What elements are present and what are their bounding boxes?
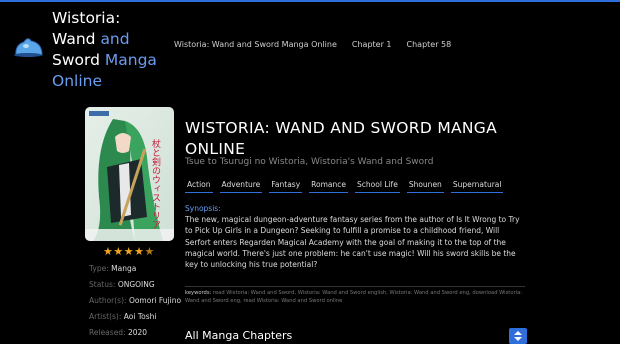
star-full-icon: ★ [123, 245, 135, 258]
synopsis-text: The new, magical dungeon-adventure fanta… [185, 215, 520, 270]
site-title-part: Wistoria: [52, 9, 121, 27]
detail-value[interactable]: 2020 [128, 328, 147, 337]
genre-tag-supernatural[interactable]: Supernatural [450, 179, 504, 193]
genre-tag-fantasy[interactable]: Fantasy [269, 179, 303, 193]
genre-tag-adventure[interactable]: Adventure [219, 179, 263, 193]
detail-row-author: Author(s): Oomori Fujino [89, 294, 184, 310]
synopsis-label: Synopsis: [185, 204, 221, 213]
detail-value[interactable]: Aoi Toshi [124, 312, 157, 321]
site-title[interactable]: Wistoria: Wand and Sword Manga Online [52, 8, 164, 92]
genre-tag-school-life[interactable]: School Life [355, 179, 400, 193]
detail-key: Released: [89, 328, 126, 337]
detail-key: Type: [89, 264, 109, 273]
chapters-heading: All Manga Chapters [185, 329, 293, 342]
site-title-part: Manga [104, 51, 157, 69]
star-full-icon: ★ [103, 245, 114, 258]
keywords-text: read Wistoria: Wand and Sword, Wistoria:… [185, 290, 523, 304]
site-title-part: Online [52, 72, 102, 90]
detail-row-status: Status: ONGOING [89, 278, 184, 294]
sort-icon [514, 331, 522, 341]
star-full-icon: ★ [134, 245, 145, 258]
page-title: WISTORIA: WAND AND SWORD MANGA ONLINE [185, 119, 498, 158]
site-title-part: Sword [52, 51, 100, 69]
detail-value[interactable]: Oomori Fujino [129, 296, 181, 305]
star-half-icon: ★ [144, 245, 155, 258]
site-title-part: Wand [52, 30, 96, 48]
genre-tag-shounen[interactable]: Shounen [406, 179, 444, 193]
keywords-label: keywords: [185, 290, 212, 296]
nav-link-home[interactable]: Wistoria: Wand and Sword Manga Online [174, 40, 337, 49]
manga-cover: 杖と剣のウィストリア [85, 107, 174, 241]
rating-stars: ★★★★★ [103, 245, 155, 258]
site-title-part: and [100, 30, 130, 48]
detail-row-type: Type: Manga [89, 262, 184, 278]
keywords: keywords: read Wistoria: Wand and Sword,… [185, 286, 525, 305]
slime-logo-icon [14, 38, 43, 57]
nav-link-chapter-58[interactable]: Chapter 58 [407, 40, 452, 49]
top-nav: Wistoria: Wand and Sword Manga Online Ch… [174, 40, 451, 49]
alternative-titles: Tsue to Tsurugi no Wistoria, Wistoria's … [185, 157, 434, 167]
site-brand[interactable]: Wistoria: Wand and Sword Manga Online [14, 8, 164, 90]
detail-key: Author(s): [89, 296, 127, 305]
top-accent-bar [0, 0, 620, 2]
genre-tag-action[interactable]: Action [185, 179, 213, 193]
nav-link-chapter-1[interactable]: Chapter 1 [352, 40, 392, 49]
manga-details: Type: Manga Status: ONGOING Author(s): O… [89, 262, 184, 342]
detail-row-released: Released: 2020 [89, 326, 184, 342]
cover-title-text: 杖と剣のウィストリア [150, 138, 161, 229]
star-full-icon: ★ [113, 245, 124, 258]
detail-value[interactable]: Manga [111, 264, 136, 273]
genre-tag-romance[interactable]: Romance [309, 179, 349, 193]
sort-button[interactable] [509, 328, 527, 344]
detail-row-artist: Artist(s): Aoi Toshi [89, 310, 184, 326]
detail-key: Status: [89, 280, 116, 289]
cover-art: 杖と剣のウィストリア [85, 107, 174, 241]
detail-value: ONGOING [117, 280, 155, 289]
detail-key: Artist(s): [89, 312, 122, 321]
genre-list: Action Adventure Fantasy Romance School … [185, 179, 504, 193]
